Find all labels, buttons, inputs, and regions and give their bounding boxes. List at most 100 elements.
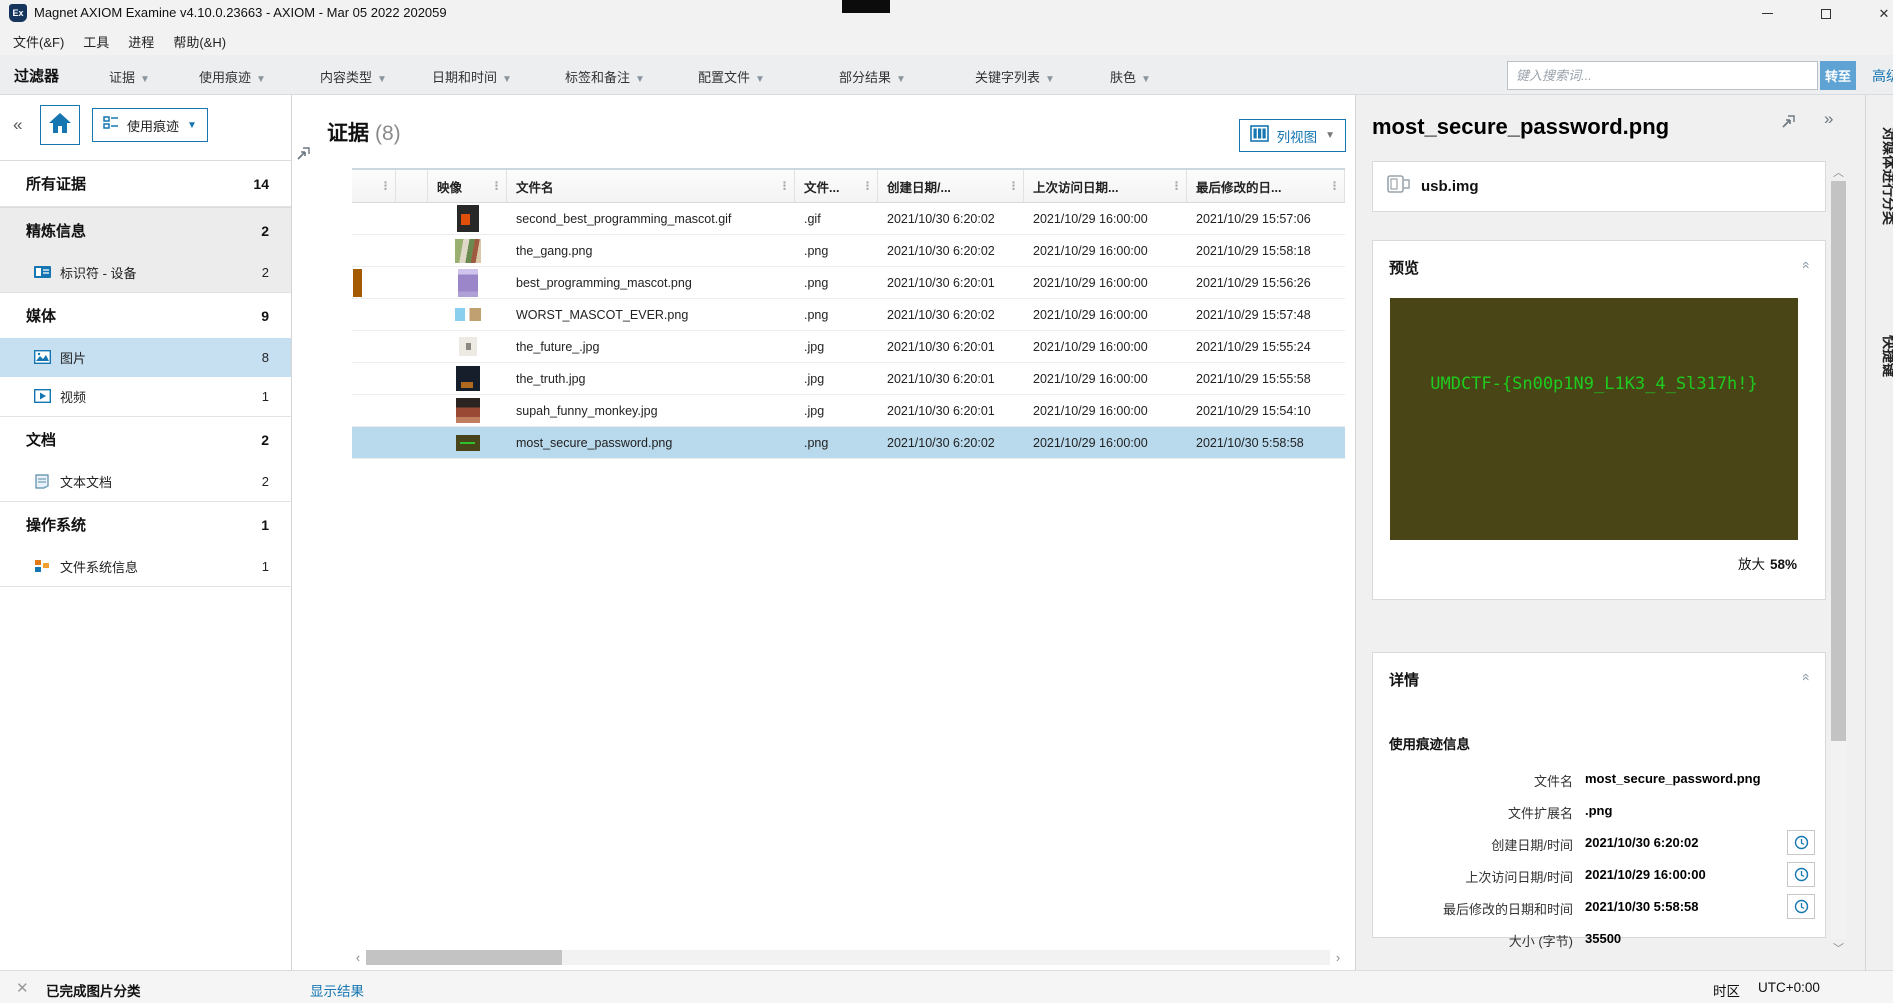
detail-field-extension: 文件扩展名 .png [1507, 803, 1613, 821]
table-row[interactable]: the_gang.png .png 2021/10/30 6:20:02 202… [352, 235, 1345, 267]
filter-partial-results[interactable]: 部分结果 ▼ [839, 67, 906, 86]
expand-panel-icon[interactable]: » [1824, 109, 1833, 129]
filter-bar: 过滤器 证据 ▼ 使用痕迹 ▼ 内容类型 ▼ 日期和时间 ▼ 标签和备注 ▼ 配置文件 ▼ … [0, 55, 1893, 95]
close-button[interactable]: ✕ [1862, 0, 1893, 27]
column-menu-icon[interactable]: ⋮ [862, 180, 873, 193]
vertical-scrollbar[interactable]: ︿ ﹀ [1830, 165, 1847, 955]
sidebar-item-pictures[interactable]: 图片 8 [0, 338, 291, 377]
show-results-link[interactable]: 显示结果 [310, 980, 364, 1000]
filter-content-type[interactable]: 内容类型 ▼ [320, 67, 387, 86]
table-row[interactable]: the_truth.jpg .jpg 2021/10/30 6:20:01 20… [352, 363, 1345, 395]
table-row-selected[interactable]: most_secure_password.png .png 2021/10/30… [352, 427, 1345, 459]
column-menu-icon[interactable]: ⋮ [1329, 180, 1340, 193]
scroll-down-icon[interactable]: ﹀ [1830, 941, 1847, 955]
column-header-extension[interactable]: 文件... ⋮ [795, 170, 878, 202]
preview-image[interactable]: UMDCTF-{Sn00p1N9_L1K3_4_Sl317h!} [1390, 298, 1798, 540]
minimize-button[interactable] [1745, 0, 1789, 27]
column-header-image[interactable]: 映像 ⋮ [428, 170, 507, 202]
zoom-indicator: 放大 58% [1737, 557, 1797, 572]
dismiss-status-icon[interactable]: ✕ [16, 979, 29, 997]
advanced-search-link[interactable]: 高级 [1872, 66, 1893, 86]
count-badge: 8 [261, 350, 269, 365]
sidebar-item-operating-system[interactable]: 操作系统 1 [0, 502, 291, 547]
timezone-clock-button[interactable] [1787, 830, 1815, 855]
horizontal-scrollbar[interactable]: ‹ › [352, 949, 1344, 966]
home-button[interactable] [40, 105, 80, 145]
column-header-accessed[interactable]: 上次访问日期... ⋮ [1024, 170, 1187, 202]
detail-field-size: 大小 (字节) 35500 [1508, 931, 1622, 949]
count-badge: 1 [261, 559, 269, 574]
sidebar-item-documents[interactable]: 文档 2 [0, 417, 291, 462]
sidebar-item-videos[interactable]: 视频 1 [0, 377, 291, 416]
scrollbar-thumb[interactable] [366, 950, 562, 965]
scroll-right-icon[interactable]: › [1332, 949, 1344, 966]
overlay-fragment [842, 0, 890, 13]
sidebar-item-refined-results[interactable]: 精炼信息 2 [0, 208, 291, 253]
view-switcher-dropdown[interactable]: 使用痕迹 ▼ [92, 108, 208, 142]
column-header-created[interactable]: 创建日期/... ⋮ [878, 170, 1024, 202]
count-badge: 2 [261, 265, 269, 280]
scrollbar-thumb[interactable] [1831, 181, 1846, 741]
column-view-icon [1249, 124, 1269, 147]
menu-file[interactable]: 文件(&F) [13, 28, 75, 55]
column-menu-icon[interactable]: ⋮ [380, 180, 391, 193]
file-thumbnail [454, 238, 481, 263]
menu-process[interactable]: 进程 [128, 28, 165, 55]
column-menu-icon[interactable]: ⋮ [779, 180, 790, 193]
sidebar-item-file-system-info[interactable]: 文件系统信息 1 [0, 547, 291, 586]
column-header-filename[interactable]: 文件名 ⋮ [507, 170, 795, 202]
table-row[interactable]: second_best_programming_mascot.gif .gif … [352, 203, 1345, 235]
pin-icon[interactable] [1781, 113, 1797, 129]
table-row[interactable]: best_programming_mascot.png .png 2021/10… [352, 267, 1345, 299]
pin-icon[interactable] [296, 145, 312, 161]
sidebar-collapse-icon[interactable]: « [13, 115, 22, 135]
table-row[interactable]: WORST_MASCOT_EVER.png .png 2021/10/30 6:… [352, 299, 1345, 331]
search-go-button[interactable]: 转至 [1820, 61, 1856, 90]
filter-artifacts[interactable]: 使用痕迹 ▼ [199, 67, 266, 86]
menu-tools[interactable]: 工具 [83, 28, 120, 55]
chevron-down-icon: ▼ [1141, 74, 1151, 85]
timezone-value: UTC+0:00 [1758, 980, 1820, 995]
sidebar-item-text-documents[interactable]: 文本文档 2 [0, 462, 291, 501]
filter-skin-tone[interactable]: 肤色 ▼ [1110, 67, 1151, 86]
filter-evidence[interactable]: 证据 ▼ [109, 67, 150, 86]
table-row[interactable]: the_future_.jpg .jpg 2021/10/30 6:20:01 … [352, 331, 1345, 363]
sidebar-item-identifiers-devices[interactable]: 标识符 - 设备 2 [0, 253, 291, 292]
filter-date-time[interactable]: 日期和时间 ▼ [432, 67, 512, 86]
text-document-icon [34, 474, 51, 489]
maximize-button[interactable] [1804, 0, 1848, 27]
sidebar-item-media[interactable]: 媒体 9 [0, 293, 291, 338]
detail-field-modified: 最后修改的日期和时间 2021/10/30 5:58:58 [1373, 894, 1825, 921]
scroll-left-icon[interactable]: ‹ [352, 949, 364, 966]
column-view-button[interactable]: 列视图 ▼ [1238, 119, 1346, 152]
table-header-row: ⋮ 映像 ⋮ 文件名 ⋮ 文件... ⋮ 创建日期/... ⋮ 上次访问日期... ⋮ 最… [352, 168, 1345, 203]
column-header-modified[interactable]: 最后修改的日... ⋮ [1187, 170, 1345, 202]
search-input[interactable] [1507, 61, 1818, 90]
column-menu-icon[interactable]: ⋮ [491, 180, 502, 193]
timezone-label: 时区 [1713, 984, 1740, 999]
filter-profiles[interactable]: 配置文件 ▼ [698, 67, 765, 86]
chevron-down-icon: ▼ [502, 74, 512, 85]
menu-help[interactable]: 帮助(&H) [173, 28, 237, 55]
side-tab-shortcuts[interactable]: 快捷键 [1879, 335, 1893, 377]
table-row[interactable]: supah_funny_monkey.jpg .jpg 2021/10/30 6… [352, 395, 1345, 427]
column-menu-icon[interactable]: ⋮ [1008, 180, 1019, 193]
collapse-section-icon[interactable]: « [1799, 261, 1815, 269]
column-header-menu[interactable]: ⋮ [352, 170, 396, 202]
timezone-clock-button[interactable] [1787, 894, 1815, 919]
side-tab-categorize-media[interactable]: 对媒体进行分类 [1879, 127, 1893, 225]
chevron-down-icon: ▼ [896, 74, 906, 85]
filter-tags-comments[interactable]: 标签和备注 ▼ [565, 67, 645, 86]
preview-card: 预览 « UMDCTF-{Sn00p1N9_L1K3_4_Sl317h!} 放大… [1372, 240, 1826, 600]
source-card[interactable]: usb.img [1372, 161, 1826, 212]
file-thumbnail [457, 268, 478, 297]
chevron-down-icon: ▼ [256, 74, 266, 85]
timezone-clock-button[interactable] [1787, 862, 1815, 887]
title-bar: Ex Magnet AXIOM Examine v4.10.0.23663 - … [0, 0, 1893, 27]
column-header-marker[interactable] [396, 170, 428, 202]
sidebar-item-all-evidence[interactable]: 所有证据 14 [0, 161, 291, 206]
collapse-section-icon[interactable]: « [1799, 673, 1815, 681]
scroll-up-icon[interactable]: ︿ [1830, 165, 1847, 179]
column-menu-icon[interactable]: ⋮ [1171, 180, 1182, 193]
filter-keyword-lists[interactable]: 关键字列表 ▼ [975, 67, 1055, 86]
